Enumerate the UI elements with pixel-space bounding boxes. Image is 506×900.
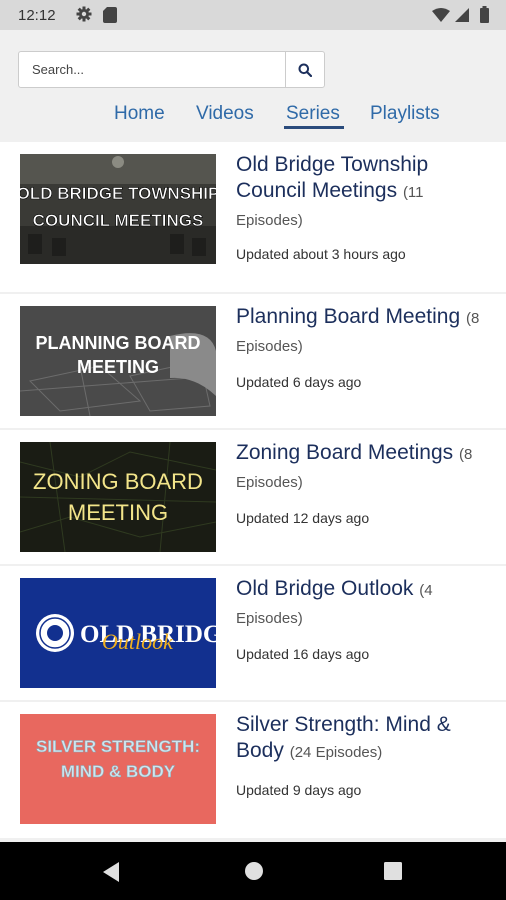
series-thumbnail[interactable]: ZONING BOARD MEETING [20,442,216,552]
tab-playlists[interactable]: Playlists [370,103,440,125]
signal-icon [455,8,469,22]
status-time: 12:12 [18,7,56,24]
tab-series[interactable]: Series [286,103,340,125]
series-title-text: Planning Board Meeting [236,305,461,328]
tab-home[interactable]: Home [114,103,165,125]
thumb-line-2: Outlook [102,629,174,654]
series-thumbnail[interactable]: PLANNING BOARD MEETING [20,306,216,416]
back-icon[interactable] [101,861,121,883]
active-tab-indicator [284,126,344,129]
series-item-planning[interactable]: PLANNING BOARD MEETING Planning Board Me… [0,294,506,428]
search-bar [18,51,325,88]
gear-icon [76,6,92,22]
series-title[interactable]: Zoning Board Meetings (8 Episodes) [236,440,492,496]
system-nav-bar [0,842,506,900]
series-thumbnail[interactable]: OLD BRIDGE Outlook [20,578,216,688]
wifi-icon [432,8,450,22]
search-button[interactable] [285,52,324,87]
series-item-council[interactable]: OLD BRIDGE TOWNSHIP COUNCIL MEETINGS Old… [0,142,506,292]
series-title[interactable]: Old Bridge Township Council Meetings (11… [236,152,492,234]
series-item-zoning[interactable]: ZONING BOARD MEETING Zoning Board Meetin… [0,430,506,564]
updated-label: Updated 9 days ago [236,782,362,798]
search-input[interactable] [19,52,285,87]
status-bar: 12:12 [0,0,506,30]
thumb-line-2: MIND & BODY [61,762,176,781]
search-icon [298,63,312,77]
series-title-text: Old Bridge Township Council Meetings [236,153,429,202]
thumb-line-1: PLANNING BOARD [36,333,201,353]
series-title[interactable]: Old Bridge Outlook (4 Episodes) [236,576,492,632]
thumb-line-2: COUNCIL MEETINGS [33,211,204,230]
series-thumbnail[interactable]: OLD BRIDGE TOWNSHIP COUNCIL MEETINGS [20,154,216,264]
tab-videos[interactable]: Videos [196,103,254,125]
sd-card-icon [103,7,117,23]
series-item-outlook[interactable]: OLD BRIDGE Outlook Old Bridge Outlook (4… [0,566,506,700]
thumb-line-2: MEETING [77,357,159,377]
series-title-text: Zoning Board Meetings [236,441,454,464]
updated-label: Updated 12 days ago [236,510,370,526]
tab-bar: Home Videos Series Playlists [0,100,506,132]
episode-count: (24 Episodes) [289,744,383,761]
thumb-line-1: SILVER STRENGTH: [36,737,200,756]
updated-label: Updated 16 days ago [236,646,370,662]
thumb-line-2: MEETING [68,500,168,525]
updated-label: Updated 6 days ago [236,374,362,390]
series-item-silver-strength[interactable]: SILVER STRENGTH: MIND & BODY Silver Stre… [0,702,506,838]
home-icon[interactable] [244,861,264,881]
series-thumbnail[interactable]: SILVER STRENGTH: MIND & BODY [20,714,216,824]
thumb-line-1: OLD BRIDGE TOWNSHIP [20,184,216,203]
battery-icon [480,6,489,23]
series-title[interactable]: Planning Board Meeting (8 Episodes) [236,304,492,360]
updated-label: Updated about 3 hours ago [236,246,406,262]
series-title-text: Old Bridge Outlook [236,577,414,600]
series-title[interactable]: Silver Strength: Mind & Body (24 Episode… [236,712,492,766]
thumb-line-1: ZONING BOARD [33,469,203,494]
recents-icon[interactable] [384,862,402,880]
